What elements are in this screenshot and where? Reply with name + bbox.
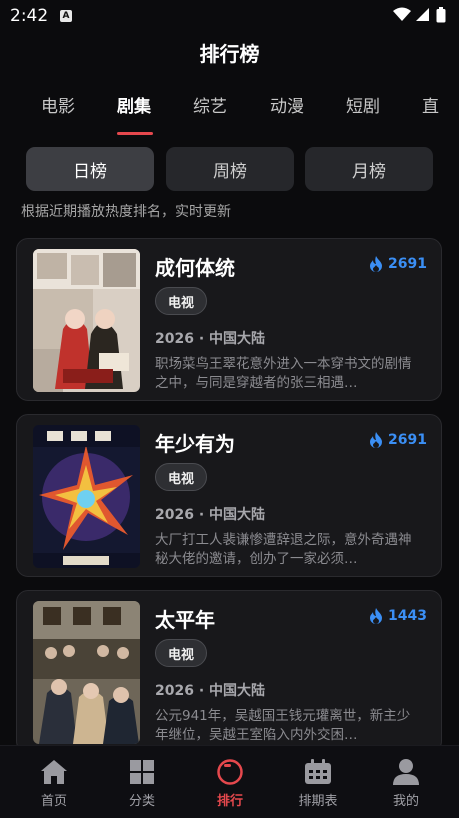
item-description: 大厂打工人裴谦惨遭辞退之际，意外奇遇神秘大佬的邀请，创办了一家必须… [155,532,412,567]
poster-image [33,249,140,392]
item-description: 职场菜鸟王翠花意外进入一本穿书文的剧情之中，与同是穿越者的张三相遇… [155,356,412,391]
item-meta: 2026 · 中国大陆 [155,331,266,347]
nav-label: 我的 [392,794,419,809]
flame-icon [370,256,383,272]
heat-score: 2691 [369,432,427,448]
item-meta: 2026 · 中国大陆 [155,507,266,523]
nav-home[interactable]: 首页 [8,746,100,818]
nav-category[interactable]: 分类 [96,746,188,818]
heat-score: 2691 [369,256,427,272]
poster-image [33,601,140,744]
type-badge: 电视 [155,463,208,491]
nav-schedule[interactable]: 排期表 [272,746,364,818]
type-badge: 电视 [155,287,208,315]
heat-value: 2691 [388,256,427,272]
ranking-card[interactable]: 成何体统 2691 电视 2026 · 中国大陆 职场菜鸟王翠花意外进入一本穿书… [16,238,442,401]
nav-ranking[interactable]: 排行 [184,746,276,818]
heat-value: 2691 [388,432,427,448]
flame-icon [370,608,383,624]
poster-image [33,425,140,568]
person-icon [393,759,419,785]
ranking-card[interactable]: 年少有为 2691 电视 2026 · 中国大陆 大厂打工人裴谦惨遭辞退之际，意… [16,414,442,577]
heat-value: 1443 [388,608,427,624]
type-badge: 电视 [155,639,208,667]
grid-icon [130,760,154,784]
flame-icon [370,432,383,448]
item-title: 成何体统 [155,256,235,280]
item-description: 公元941年，吴越国王钱元瓘离世，新主少年继位，吴越王室陷入内外交困… [155,708,411,743]
calendar-icon [305,759,331,784]
nav-label: 排行 [216,794,243,809]
heat-score: 1443 [369,608,427,624]
nav-label: 首页 [40,794,67,809]
nav-profile[interactable]: 我的 [360,746,452,818]
item-title: 年少有为 [155,432,235,456]
bottom-nav: 首页 分类 排行 排期表 我的 [0,745,459,818]
nav-label: 分类 [128,794,155,809]
ranking-list: 成何体统 2691 电视 2026 · 中国大陆 职场菜鸟王翠花意外进入一本穿书… [0,0,459,745]
home-icon [41,760,67,784]
ranking-icon [217,759,243,785]
item-meta: 2026 · 中国大陆 [155,683,266,699]
ranking-card[interactable]: 太平年 1443 电视 2026 · 中国大陆 公元941年，吴越国王钱元瓘离世… [16,590,442,745]
item-title: 太平年 [155,608,215,632]
nav-label: 排期表 [298,794,338,809]
